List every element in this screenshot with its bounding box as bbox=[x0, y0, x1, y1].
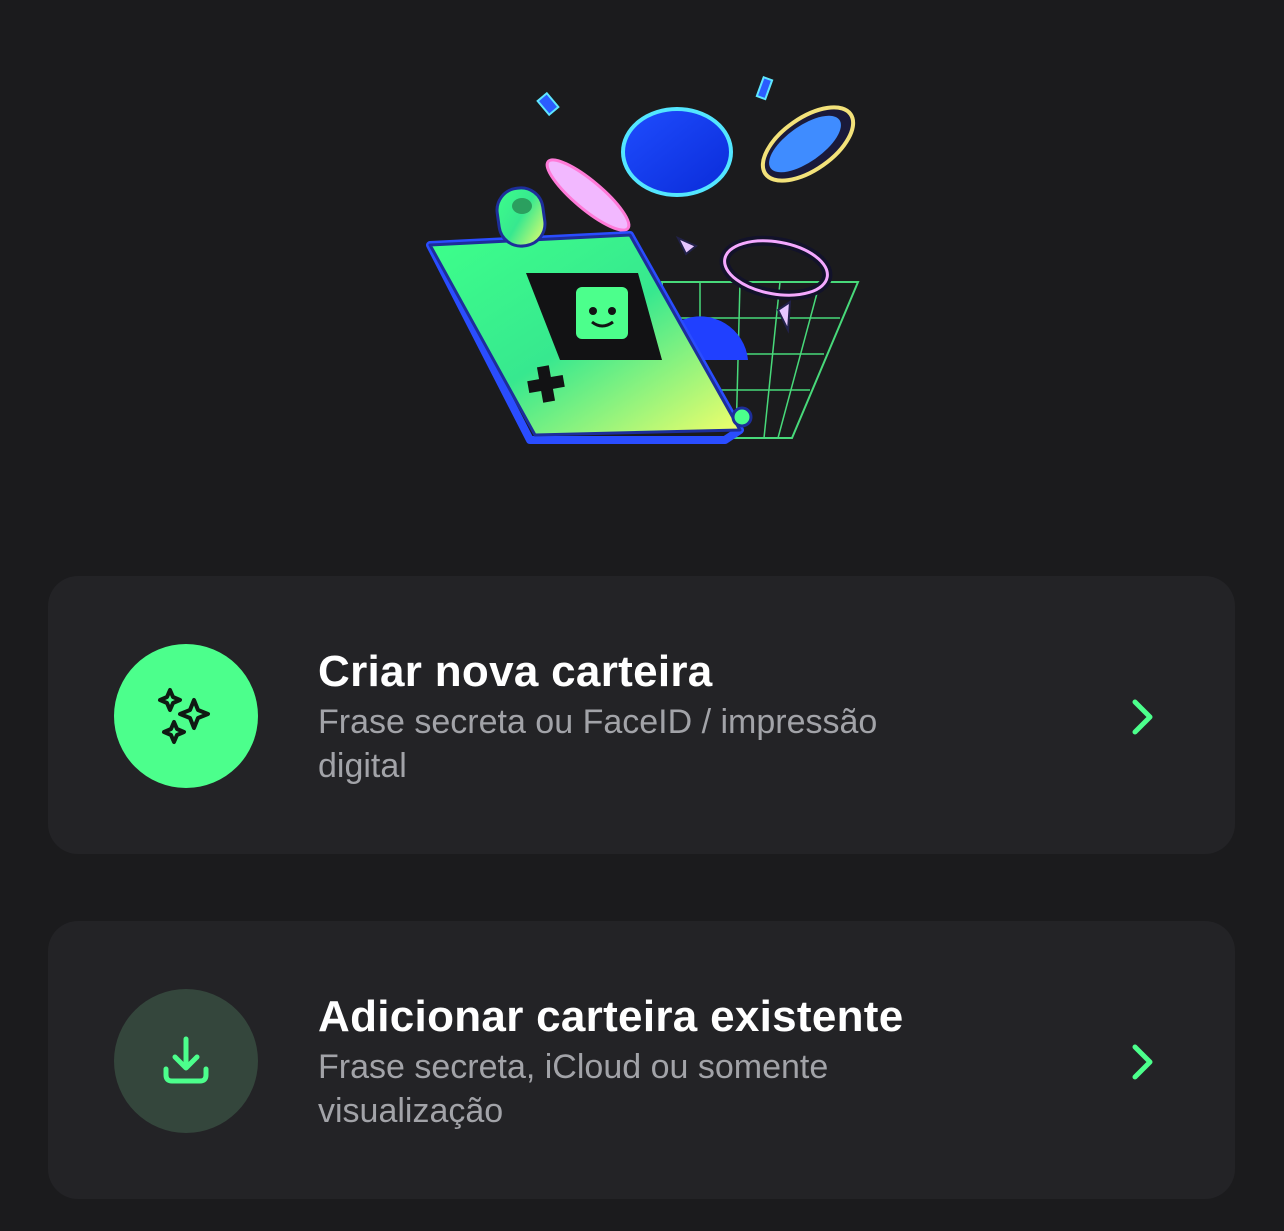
add-wallet-subtitle: Frase secreta, iCloud ou somente visuali… bbox=[318, 1048, 829, 1130]
add-wallet-icon-badge bbox=[114, 989, 258, 1133]
download-icon bbox=[163, 1036, 209, 1084]
create-wallet-text: Criar nova carteira Frase secreta ou Fac… bbox=[318, 646, 1078, 788]
add-wallet-title: Adicionar carteira existente bbox=[318, 992, 904, 1041]
onboarding-screen: Criar nova carteira Frase secreta ou Fac… bbox=[0, 0, 1284, 1231]
create-wallet-card[interactable]: Criar nova carteira Frase secreta ou Fac… bbox=[48, 576, 1235, 854]
wallet-illustration bbox=[426, 75, 860, 444]
sparkles-icon bbox=[158, 688, 210, 744]
create-wallet-icon-badge bbox=[114, 644, 258, 788]
add-wallet-text: Adicionar carteira existente Frase secre… bbox=[318, 991, 1078, 1133]
chevron-right-icon bbox=[1132, 699, 1153, 735]
add-existing-wallet-card[interactable]: Adicionar carteira existente Frase secre… bbox=[48, 921, 1235, 1199]
create-wallet-subtitle: Frase secreta ou FaceID / impressão digi… bbox=[318, 703, 878, 785]
create-wallet-title: Criar nova carteira bbox=[318, 647, 713, 696]
chevron-right-icon bbox=[1132, 1044, 1153, 1080]
